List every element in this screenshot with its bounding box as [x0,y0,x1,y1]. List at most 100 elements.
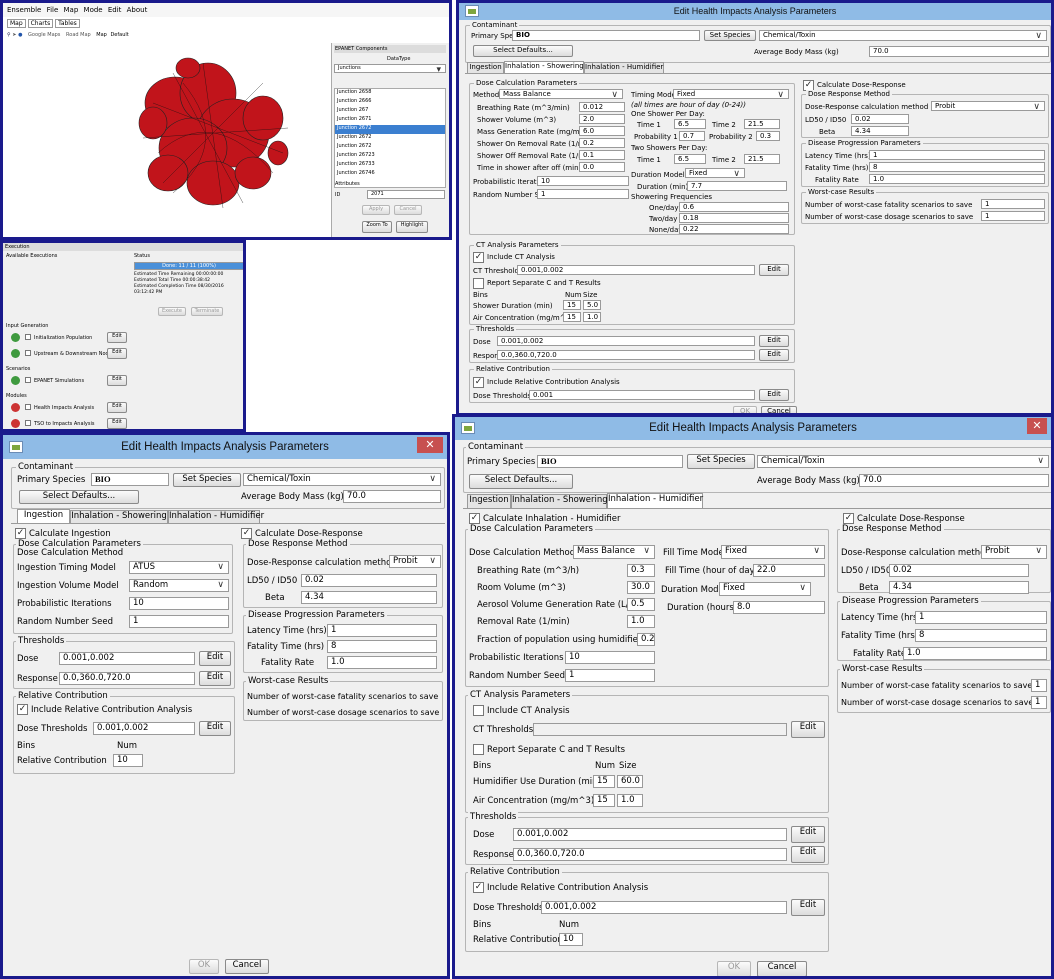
tab-charts[interactable]: Charts [27,19,54,28]
fill-model-select[interactable]: Fixed ∨ [721,545,825,559]
junction-item[interactable]: Junction 2672 [335,143,445,152]
species-type-select[interactable]: Chemical/Toxin ∨ [759,30,1047,41]
ct-edit-button[interactable]: Edit [759,264,789,276]
select-defaults-button[interactable]: Select Defaults... [473,45,573,57]
prob2-field[interactable]: 0.3 [756,131,780,141]
hud-size[interactable]: 60.0 [617,775,643,788]
attribute-value[interactable]: 2071 [367,190,445,199]
ok-button[interactable]: OK [717,961,751,976]
time1b-field[interactable]: 6.5 [674,154,706,164]
menu-edit[interactable]: Edit [108,6,122,14]
set-species-button[interactable]: Set Species [173,473,241,487]
menu-mode[interactable]: Mode [84,6,103,14]
junction-item[interactable]: Junction 26723 [335,152,445,161]
dose-field[interactable]: 0.001,0.002 [59,652,195,665]
prob1-field[interactable]: 0.7 [679,131,705,141]
param-field[interactable]: 0.1 [579,150,625,160]
execute-button[interactable]: Execute [158,307,186,316]
zoom-icon[interactable]: ⚲ [7,32,11,38]
dose-thresholds-field[interactable]: 0.001,0.002 [93,722,195,735]
junction-item[interactable]: Junction 26746 [335,170,445,179]
menu-map[interactable]: Map [64,6,79,14]
duration-field[interactable]: 7.7 [687,181,787,191]
rc-edit-button[interactable]: Edit [759,389,789,401]
time1-field[interactable]: 6.5 [674,119,706,129]
param-field[interactable]: 6.0 [579,126,625,136]
tab-map[interactable]: Map [7,19,26,28]
species-type-select[interactable]: Chemical/Toxin ∨ [757,455,1049,468]
tab-ingestion[interactable]: Ingestion [17,509,70,523]
junction-item[interactable]: Junction 26733 [335,161,445,170]
dose-edit-button[interactable]: Edit [759,335,789,347]
junction-item[interactable]: Junction 2666 [335,98,445,107]
method-select[interactable]: Mass Balance ∨ [499,89,623,99]
wc-dos-field[interactable]: 1 [1031,696,1047,709]
junction-item[interactable]: Junction 267 [335,107,445,116]
prob-iterations-field[interactable]: 10 [537,176,629,186]
response-edit-button[interactable]: Edit [199,671,231,686]
junction-item[interactable]: Junction 2672 [335,125,445,134]
hud-num[interactable]: 15 [593,775,615,788]
rc-edit-button[interactable]: Edit [791,899,825,916]
fatality-field[interactable]: 8 [869,162,1045,172]
calc-inhalation-checkbox[interactable]: ✓ [469,513,480,524]
param-field[interactable]: 0.5 [627,598,655,611]
row-checkbox[interactable] [25,420,31,426]
tab-inhalation-humidifier[interactable]: Inhalation - Humidifier [584,62,664,73]
ld50-field[interactable]: 0.02 [851,114,909,124]
tab-inhalation-humidifier[interactable]: Inhalation - Humidifier [168,510,264,523]
set-species-button[interactable]: Set Species [704,30,756,41]
seed-field[interactable]: 1 [129,615,229,628]
row-checkbox[interactable] [25,377,31,383]
menu-file[interactable]: File [47,6,59,14]
ct-edit-button[interactable]: Edit [791,721,825,738]
google-maps-option[interactable]: Google Maps [28,32,60,38]
close-icon[interactable]: ✕ [1027,418,1047,434]
junction-item[interactable]: Junction 2672 [335,134,445,143]
fill-time-field[interactable]: 22.0 [753,564,825,577]
param-field[interactable]: 1.0 [627,615,655,628]
report-separate-checkbox[interactable] [473,278,484,289]
include-ct-checkbox[interactable]: ✓ [473,252,484,263]
wc-dos-field[interactable]: 1 [981,211,1045,221]
beta-field[interactable]: 4.34 [889,581,1029,594]
dcm-select[interactable]: Mass Balance ∨ [573,545,655,559]
wc-fat-field[interactable]: 1 [1031,679,1047,692]
response-field[interactable]: 0.0,360.0,720.0 [513,848,787,861]
map-option[interactable]: Map [96,32,107,38]
fatality-rate-field[interactable]: 1.0 [903,647,1047,660]
tab-inhalation-showering[interactable]: Inhalation - Showering [504,61,584,73]
include-rc-checkbox[interactable]: ✓ [473,882,484,893]
select-defaults-button[interactable]: Select Defaults... [469,474,573,489]
dose-thresholds-field[interactable]: 0.001,0.002 [541,901,787,914]
seed-field[interactable]: 1 [537,189,629,199]
body-mass-field[interactable]: 70.0 [869,46,1049,57]
road-map-option[interactable]: Road Map [66,32,91,38]
junction-item[interactable]: Junction 2658 [335,89,445,98]
edit-button[interactable]: Edit [107,375,127,386]
junction-item[interactable]: Junction 2671 [335,116,445,125]
terminate-button[interactable]: Terminate [191,307,223,316]
relc-field[interactable]: 10 [113,754,143,767]
cancel-button[interactable]: Cancel [394,205,422,215]
air-conc-num[interactable]: 15 [563,312,581,322]
drcm-select[interactable]: Probit ∨ [931,101,1045,111]
calc-dose-checkbox[interactable]: ✓ [843,513,854,524]
species-type-select[interactable]: Chemical/Toxin ∨ [243,473,441,486]
include-rc-checkbox[interactable]: ✓ [17,704,28,715]
response-field[interactable]: 0.0,360.0,720.0 [59,672,195,685]
latency-field[interactable]: 1 [327,624,437,637]
timing-model-select[interactable]: Fixed ∨ [673,89,789,99]
param-field[interactable]: 2.0 [579,114,625,124]
select-defaults-button[interactable]: Select Defaults... [19,490,139,504]
fatality-field[interactable]: 8 [327,640,437,653]
param-field[interactable]: 30.0 [627,581,655,594]
edit-button[interactable]: Edit [107,332,127,343]
report-separate-checkbox[interactable] [473,744,484,755]
tab-inhalation-humidifier[interactable]: Inhalation - Humidifier [607,493,703,508]
row-checkbox[interactable] [25,334,31,340]
freq-field[interactable]: 0.18 [679,213,789,223]
ld50-field[interactable]: 0.02 [889,564,1029,577]
tab-inhalation-showering[interactable]: Inhalation - Showering [70,510,168,523]
cancel-button[interactable]: Cancel [225,959,269,974]
